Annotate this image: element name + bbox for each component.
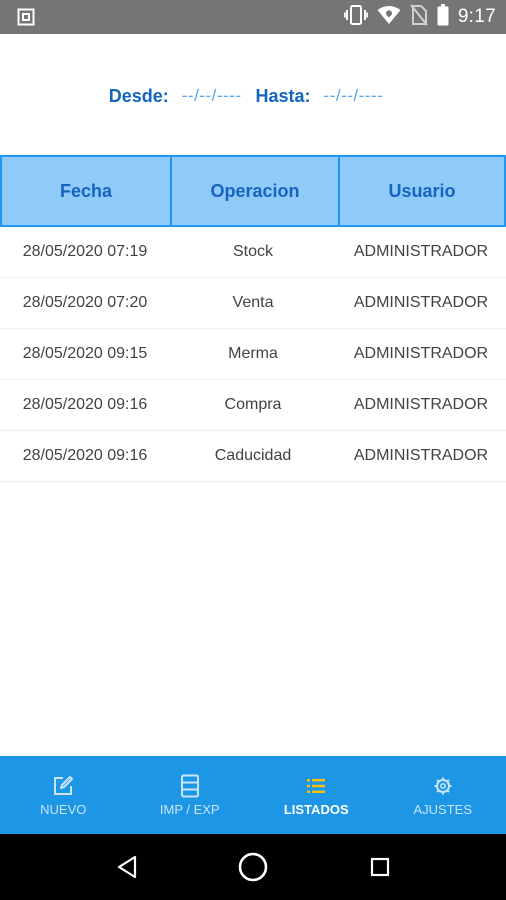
- to-label: Hasta:: [255, 85, 311, 106]
- table-row[interactable]: 28/05/2020 07:20 Venta ADMINISTRADOR: [0, 278, 506, 329]
- home-icon[interactable]: [237, 851, 269, 883]
- operations-table: Fecha Operacion Usuario 28/05/2020 07:19…: [0, 155, 506, 482]
- cell-operacion: Merma: [228, 345, 278, 362]
- from-label: Desde:: [108, 85, 169, 106]
- list-icon: [304, 774, 328, 798]
- cell-fecha: 28/05/2020 09:16: [22, 396, 148, 413]
- back-icon[interactable]: [111, 851, 143, 883]
- nav-label-imp-exp: IMP / EXP: [159, 801, 220, 817]
- status-bar: 9:17: [0, 0, 506, 34]
- table-row[interactable]: 28/05/2020 09:16 Compra ADMINISTRADOR: [0, 380, 506, 431]
- cell-usuario: ADMINISTRADOR: [353, 447, 489, 464]
- cell-usuario: ADMINISTRADOR: [353, 345, 489, 362]
- column-header-operacion[interactable]: Operacion: [170, 157, 338, 225]
- cell-operacion: Venta: [232, 294, 274, 311]
- cell-fecha: 28/05/2020 07:20: [22, 294, 148, 311]
- cell-usuario: ADMINISTRADOR: [353, 243, 489, 260]
- bottom-navigation: NUEVO IMP / EXP LISTADOS AJUSTES: [0, 756, 506, 834]
- wifi-icon: [377, 5, 401, 30]
- nav-label-listados: LISTADOS: [283, 801, 349, 817]
- table-header: Fecha Operacion Usuario: [0, 155, 506, 227]
- cell-operacion: Compra: [224, 396, 282, 413]
- table-row[interactable]: 28/05/2020 09:15 Merma ADMINISTRADOR: [0, 329, 506, 380]
- table-row[interactable]: 28/05/2020 09:16 Caducidad ADMINISTRADOR: [0, 431, 506, 482]
- cell-fecha: 28/05/2020 09:16: [22, 447, 148, 464]
- nav-item-imp-exp[interactable]: IMP / EXP: [127, 756, 254, 834]
- cell-fecha: 28/05/2020 07:19: [22, 243, 148, 260]
- nav-item-ajustes[interactable]: AJUSTES: [380, 756, 506, 834]
- cell-operacion: Stock: [232, 243, 273, 260]
- date-filter: Desde: --/--/---- Hasta: --/--/----: [0, 80, 506, 112]
- nav-label-nuevo: NUEVO: [40, 801, 87, 817]
- battery-icon: [437, 3, 449, 31]
- vibrate-icon: [343, 4, 369, 31]
- nav-item-nuevo[interactable]: NUEVO: [0, 756, 127, 834]
- table-row[interactable]: 28/05/2020 07:19 Stock ADMINISTRADOR: [0, 227, 506, 278]
- status-time: 9:17: [457, 6, 496, 27]
- cell-usuario: ADMINISTRADOR: [353, 294, 489, 311]
- gear-icon: [431, 774, 455, 798]
- nav-label-ajustes: AJUSTES: [413, 801, 472, 817]
- cell-usuario: ADMINISTRADOR: [353, 396, 489, 413]
- from-date-field[interactable]: --/--/----: [182, 86, 242, 106]
- nav-item-listados[interactable]: LISTADOS: [253, 756, 380, 834]
- to-date-field[interactable]: --/--/----: [324, 86, 384, 106]
- system-navigation-bar: [0, 834, 506, 900]
- cell-fecha: 28/05/2020 09:15: [22, 345, 148, 362]
- column-header-fecha[interactable]: Fecha: [2, 157, 170, 225]
- database-icon: [178, 774, 202, 798]
- screenshot-icon: [17, 8, 35, 26]
- edit-icon: [51, 774, 75, 798]
- recents-icon[interactable]: [364, 851, 396, 883]
- screen: 9:17 Desde: --/--/---- Hasta: --/--/----…: [0, 0, 506, 900]
- cell-operacion: Caducidad: [214, 447, 292, 464]
- no-sim-icon: [410, 3, 428, 31]
- column-header-usuario[interactable]: Usuario: [338, 157, 504, 225]
